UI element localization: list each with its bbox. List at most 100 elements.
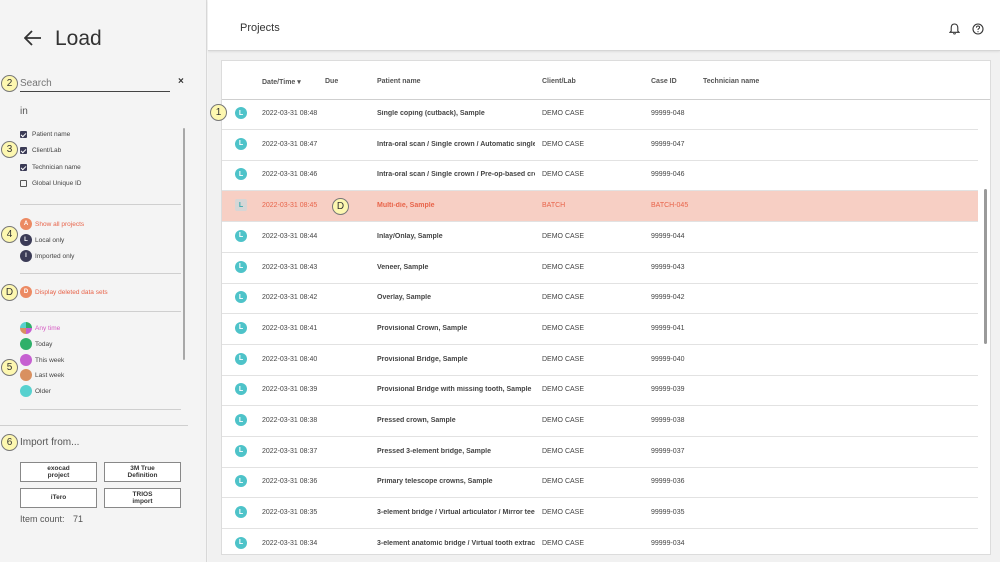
source-show-all[interactable]: A Show all projects <box>20 218 170 231</box>
cell-client-lab: DEMO CASE <box>542 263 585 271</box>
filter-patient-name[interactable]: Patient name <box>20 130 170 140</box>
item-count: Item count: 71 <box>20 514 83 524</box>
checkbox[interactable] <box>20 147 27 154</box>
table-row[interactable]: L 2022-03-31 08:37 Pressed 3-element bridg… <box>222 437 978 468</box>
table-row[interactable]: L 2022-03-31 08:39 Provisional Bridge with… <box>222 375 978 407</box>
local-badge-icon: L <box>235 291 247 304</box>
cell-client-lab: DEMO CASE <box>542 324 585 332</box>
source-label: Local only <box>35 237 65 244</box>
column-header-client-lab[interactable]: Client/Lab <box>542 78 576 85</box>
checkbox[interactable] <box>20 131 27 138</box>
table-row[interactable]: L 2022-03-31 08:48 Single coping (cutback)… <box>222 99 978 130</box>
table-row[interactable]: L 2022-03-31 08:46 Intra-oral scan / Singl… <box>222 160 978 192</box>
table-header: Date/Time ▾ Due Patient name Client/Lab … <box>222 61 990 100</box>
time-dot-icon <box>20 338 32 350</box>
source-badge-icon: A <box>20 218 32 230</box>
local-badge-icon: L <box>235 414 247 426</box>
cell-client-lab: DEMO CASE <box>542 417 585 424</box>
cell-client-lab: DEMO CASE <box>542 232 585 240</box>
cell-datetime: 2022-03-31 08:34 <box>262 539 318 547</box>
sidebar-scrollbar[interactable] <box>183 128 185 360</box>
cell-case-id: 99999-036 <box>651 478 685 486</box>
import-trios-button[interactable]: TRIOS import <box>104 488 181 508</box>
checkbox[interactable] <box>20 164 27 171</box>
column-header-datetime[interactable]: Date/Time ▾ <box>262 78 301 86</box>
time-last-week[interactable]: Last week <box>20 369 170 382</box>
clear-icon[interactable]: × <box>178 76 184 87</box>
source-badge-icon: I <box>20 250 32 262</box>
source-local-only[interactable]: L Local only <box>20 234 170 247</box>
help-icon[interactable] <box>971 22 984 35</box>
cell-case-id: 99999-042 <box>651 294 685 302</box>
table-scrollbar[interactable] <box>984 189 987 344</box>
table-row[interactable]: L 2022-03-31 08:38 Pressed crown, Sample DE… <box>222 406 978 437</box>
callout-2: 2 <box>1 75 18 92</box>
time-any-time[interactable]: Any time <box>20 322 170 335</box>
callout-4: 4 <box>1 226 18 243</box>
local-badge-icon: L <box>235 260 247 273</box>
cell-datetime: 2022-03-31 08:48 <box>262 110 318 117</box>
page-title: Load <box>55 27 102 50</box>
cell-client-lab: DEMO CASE <box>542 509 585 517</box>
import-3m-button[interactable]: 3M True Definition <box>104 462 181 482</box>
import-itero-button[interactable]: iTero <box>20 488 97 508</box>
filter-technician-name[interactable]: Technician name <box>20 163 170 173</box>
column-header-patient-name[interactable]: Patient name <box>377 78 421 85</box>
back-arrow-icon[interactable] <box>23 30 42 46</box>
table-row[interactable]: L 2022-03-31 08:44 Inlay/Onlay, Sample DEMO… <box>222 222 978 253</box>
cell-case-id: 99999-046 <box>651 171 685 179</box>
cell-datetime: 2022-03-31 08:36 <box>262 478 318 486</box>
cell-datetime: 2022-03-31 08:46 <box>262 171 318 179</box>
import-exocad-button[interactable]: exocad project <box>20 462 97 482</box>
filter-global-unique-id[interactable]: Global Unique ID <box>20 179 170 189</box>
column-header-due[interactable]: Due <box>325 78 338 85</box>
cell-client-lab: DEMO CASE <box>542 386 585 394</box>
source-imported-only[interactable]: I Imported only <box>20 250 170 263</box>
filter-label: Client/Lab <box>32 147 62 154</box>
cell-patient-name: Intra-oral scan / Single crown / Automat… <box>377 140 535 148</box>
table-row[interactable]: L 2022-03-31 08:36 Primary telescope crown… <box>222 467 978 499</box>
cell-patient-name: 3-element bridge / Virtual articulator /… <box>377 509 535 517</box>
local-badge-icon: L <box>235 168 247 181</box>
cell-patient-name: Provisional Crown, Sample <box>377 324 468 332</box>
import-label: Import from... <box>20 437 80 448</box>
table-row[interactable]: L 2022-03-31 08:34 3-element anatomic brid… <box>222 529 978 554</box>
table-row[interactable]: L 2022-03-31 08:40 Provisional Bridge, Sam… <box>222 345 978 376</box>
filter-client-lab[interactable]: Client/Lab <box>20 146 170 156</box>
deleted-label: Display deleted data sets <box>35 289 108 296</box>
local-badge-icon: L <box>235 506 247 519</box>
source-badge-icon: L <box>20 234 32 246</box>
search-input[interactable] <box>20 75 170 92</box>
bell-icon[interactable] <box>948 22 961 35</box>
time-this-week[interactable]: This week <box>20 354 170 367</box>
main-panel: Projects Date/Time ▾ Due Patient name Cl… <box>208 0 1000 562</box>
cell-datetime: 2022-03-31 08:35 <box>262 509 318 517</box>
local-badge-icon: L <box>235 107 247 119</box>
table-row[interactable]: L 2022-03-31 08:42 Overlay, Sample DEMO CAS… <box>222 283 978 315</box>
time-label: Last week <box>35 372 65 379</box>
local-badge-icon: L <box>235 536 247 549</box>
local-badge-icon: L <box>235 352 247 365</box>
callout-6: 6 <box>1 434 18 451</box>
time-label: This week <box>35 357 65 364</box>
time-today[interactable]: Today <box>20 338 170 351</box>
cell-datetime: 2022-03-31 08:41 <box>262 324 318 332</box>
local-badge-icon: L <box>235 229 247 242</box>
table-row[interactable]: L 2022-03-31 08:43 Veneer, Sample DEMO CASE… <box>222 253 978 284</box>
local-badge-icon: L <box>235 383 247 396</box>
cell-patient-name: Multi-die, Sample <box>377 202 435 210</box>
table-row[interactable]: L 2022-03-31 08:35 3-element bridge / Virt… <box>222 498 978 530</box>
local-badge-icon: L <box>235 321 247 334</box>
checkbox[interactable] <box>20 180 27 187</box>
divider <box>20 409 181 410</box>
display-deleted-toggle[interactable]: D Display deleted data sets <box>20 286 170 299</box>
column-header-case-id[interactable]: Case ID <box>651 78 677 85</box>
cell-client-lab: DEMO CASE <box>542 355 585 363</box>
table-row[interactable]: L 2022-03-31 08:47 Intra-oral scan / Singl… <box>222 130 978 161</box>
table-row[interactable]: L 2022-03-31 08:41 Provisional Crown, Samp… <box>222 314 978 345</box>
cell-datetime: 2022-03-31 08:37 <box>262 447 318 455</box>
cell-client-lab: DEMO CASE <box>542 140 585 148</box>
column-header-technician-name[interactable]: Technician name <box>703 78 759 85</box>
time-older[interactable]: Older <box>20 385 170 398</box>
callout-d-row: D <box>332 198 349 215</box>
